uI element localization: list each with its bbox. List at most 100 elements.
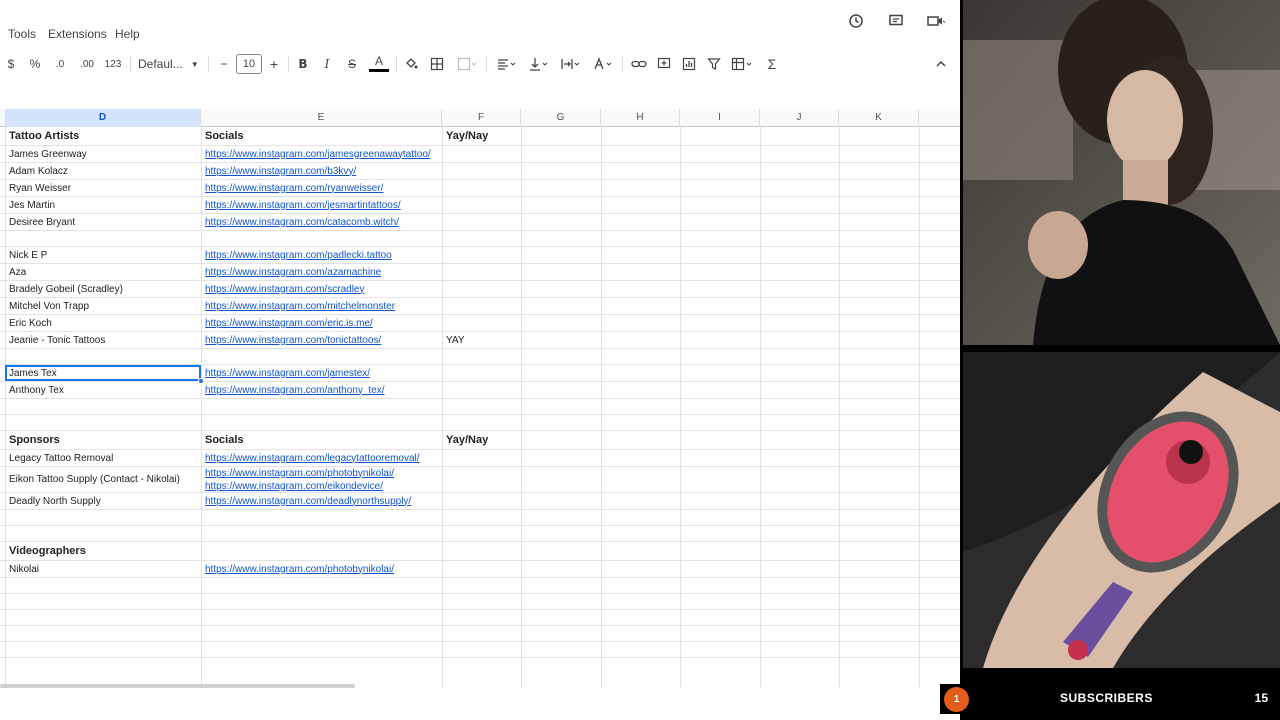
yaynay-cell[interactable] — [442, 247, 521, 263]
section-header-cell[interactable]: Tattoo Artists — [5, 127, 201, 145]
name-cell[interactable] — [5, 526, 201, 541]
font-family-select[interactable]: Defaul... ▼ — [138, 52, 200, 76]
socials-cell[interactable] — [201, 578, 442, 593]
name-cell[interactable]: Anthony Tex — [5, 382, 201, 398]
meet-icon[interactable] — [918, 10, 954, 32]
yaynay-cell[interactable] — [442, 197, 521, 213]
yaynay-cell[interactable] — [442, 214, 521, 230]
yaynay-cell[interactable] — [442, 450, 521, 466]
name-cell[interactable]: Bradely Gobeil (Scradley) — [5, 281, 201, 297]
instagram-link[interactable]: https://www.instagram.com/jamesgreenaway… — [205, 149, 431, 160]
name-cell[interactable]: James Tex — [5, 365, 201, 381]
name-cell[interactable]: Deadly North Supply — [5, 493, 201, 509]
name-cell[interactable] — [5, 231, 201, 246]
fill-color-icon[interactable] — [402, 52, 420, 76]
instagram-link[interactable]: https://www.instagram.com/tonictattoos/ — [205, 335, 381, 346]
instagram-link[interactable]: https://www.instagram.com/b3kvy/ — [205, 166, 356, 177]
socials-header-cell[interactable]: Socials — [201, 127, 442, 145]
filter-icon[interactable] — [705, 52, 723, 76]
yaynay-cell[interactable] — [442, 561, 521, 577]
name-cell[interactable]: Legacy Tattoo Removal — [5, 450, 201, 466]
socials-header-cell[interactable] — [201, 542, 442, 560]
decrease-decimal-button[interactable]: .0 — [50, 52, 70, 76]
functions-button[interactable]: Σ — [764, 52, 780, 76]
currency-format-button[interactable]: $ — [2, 52, 20, 76]
socials-header-cell[interactable]: Socials — [201, 431, 442, 449]
yaynay-header-cell[interactable]: Yay/Nay — [442, 127, 521, 145]
name-cell[interactable]: Eric Koch — [5, 315, 201, 331]
yaynay-cell[interactable] — [442, 626, 521, 641]
socials-cell[interactable]: https://www.instagram.com/deadlynorthsup… — [201, 493, 442, 509]
horizontal-scrollbar[interactable] — [0, 684, 355, 688]
insert-chart-icon[interactable] — [680, 52, 698, 76]
name-cell[interactable]: Adam Kolacz — [5, 163, 201, 179]
insert-link-icon[interactable] — [630, 52, 648, 76]
instagram-link[interactable]: https://www.instagram.com/azamachine — [205, 267, 381, 278]
name-cell[interactable]: James Greenway — [5, 146, 201, 162]
column-header-f[interactable]: F — [442, 109, 521, 127]
borders-icon[interactable] — [428, 52, 446, 76]
column-header-d[interactable]: D — [5, 109, 201, 127]
name-cell[interactable]: Nikolai — [5, 561, 201, 577]
name-cell[interactable]: Eikon Tattoo Supply (Contact - Nikolai) — [5, 467, 201, 492]
column-header-e[interactable]: E — [201, 109, 442, 127]
increase-decimal-button[interactable]: .00 — [76, 52, 98, 76]
yaynay-cell[interactable] — [442, 594, 521, 609]
instagram-link[interactable]: https://www.instagram.com/jamestex/ — [205, 368, 370, 379]
instagram-link[interactable]: https://www.instagram.com/deadlynorthsup… — [205, 496, 411, 507]
text-rotation-icon[interactable] — [590, 52, 616, 76]
socials-cell[interactable]: https://www.instagram.com/eric.is.me/ — [201, 315, 442, 331]
column-header-g[interactable]: G — [521, 109, 601, 127]
yaynay-cell[interactable] — [442, 510, 521, 525]
font-size-decrease-button[interactable]: − — [216, 52, 232, 76]
bold-button[interactable]: B — [294, 52, 312, 76]
name-cell[interactable] — [5, 642, 201, 657]
socials-cell[interactable]: https://www.instagram.com/legacytattoore… — [201, 450, 442, 466]
name-cell[interactable]: Jes Martin — [5, 197, 201, 213]
yaynay-cell[interactable] — [442, 163, 521, 179]
yaynay-cell[interactable]: YAY — [442, 332, 521, 348]
socials-cell[interactable]: https://www.instagram.com/photobynikolai… — [201, 467, 442, 492]
socials-cell[interactable] — [201, 399, 442, 414]
italic-button[interactable]: I — [318, 52, 336, 76]
yaynay-cell[interactable] — [442, 382, 521, 398]
more-formats-button[interactable]: 123 — [102, 52, 124, 76]
yaynay-cell[interactable] — [442, 365, 521, 381]
section-header-cell[interactable]: Videographers — [5, 542, 201, 560]
yaynay-header-cell[interactable] — [442, 542, 521, 560]
instagram-link[interactable]: https://www.instagram.com/catacomb.witch… — [205, 217, 399, 228]
socials-cell[interactable]: https://www.instagram.com/jamesgreenaway… — [201, 146, 442, 162]
instagram-link[interactable]: https://www.instagram.com/eikondevice/ — [205, 480, 383, 493]
vertical-align-icon[interactable] — [526, 52, 552, 76]
yaynay-cell[interactable] — [442, 467, 521, 492]
yaynay-cell[interactable] — [442, 610, 521, 625]
socials-cell[interactable] — [201, 349, 442, 364]
collapse-toolbar-icon[interactable] — [932, 52, 950, 76]
name-cell[interactable] — [5, 594, 201, 609]
name-cell[interactable] — [5, 399, 201, 414]
text-color-button[interactable]: A — [369, 52, 389, 72]
instagram-link[interactable]: https://www.instagram.com/eric.is.me/ — [205, 318, 373, 329]
socials-cell[interactable]: https://www.instagram.com/scradley — [201, 281, 442, 297]
yaynay-cell[interactable] — [442, 180, 521, 196]
yaynay-cell[interactable] — [442, 415, 521, 430]
name-cell[interactable]: Ryan Weisser — [5, 180, 201, 196]
yaynay-cell[interactable] — [442, 146, 521, 162]
socials-cell[interactable]: https://www.instagram.com/padlecki.tatto… — [201, 247, 442, 263]
filter-views-icon[interactable] — [729, 52, 757, 76]
percent-format-button[interactable]: % — [26, 52, 44, 76]
font-size-increase-button[interactable]: + — [266, 52, 282, 76]
name-cell[interactable] — [5, 578, 201, 593]
socials-cell[interactable] — [201, 610, 442, 625]
socials-cell[interactable]: https://www.instagram.com/jamestex/ — [201, 365, 442, 381]
column-header-i[interactable]: I — [680, 109, 760, 127]
instagram-link[interactable]: https://www.instagram.com/mitchelmonster — [205, 301, 395, 312]
column-header-k[interactable]: K — [839, 109, 919, 127]
yaynay-cell[interactable] — [442, 493, 521, 509]
menu-help[interactable]: Help — [115, 27, 140, 41]
instagram-link[interactable]: https://www.instagram.com/ryanweisser/ — [205, 183, 383, 194]
yaynay-cell[interactable] — [442, 399, 521, 414]
name-cell[interactable]: Mitchel Von Trapp — [5, 298, 201, 314]
name-cell[interactable] — [5, 415, 201, 430]
text-wrapping-icon[interactable] — [558, 52, 584, 76]
